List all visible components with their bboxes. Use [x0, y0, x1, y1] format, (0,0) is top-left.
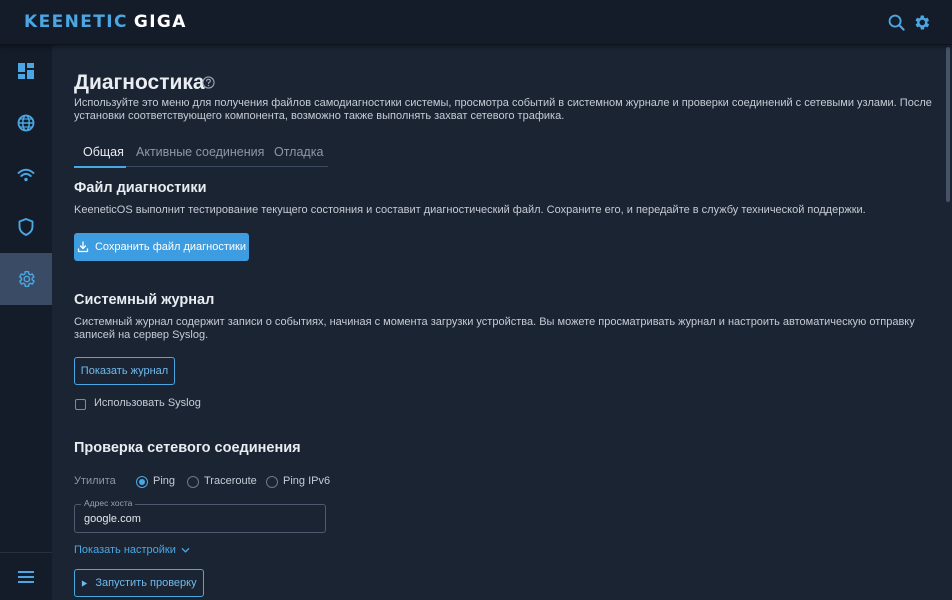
tab-general-label: Общая [83, 145, 124, 159]
radio-traceroute-label: Traceroute [204, 475, 257, 487]
tab-bar: Общая Активные соединения Отладка [74, 141, 328, 168]
menu-icon [16, 567, 36, 587]
brand-name: KEENETIC [24, 12, 128, 32]
sidebar-menu-button[interactable] [0, 553, 52, 600]
radio-ping-ipv6[interactable] [266, 476, 278, 488]
page-description: Используйте это меню для получения файло… [74, 97, 932, 122]
brand-logo[interactable]: KEENETIC GIGA [24, 12, 187, 32]
model-name: GIGA [133, 12, 187, 32]
wifi-icon [16, 165, 36, 185]
globe-icon [16, 113, 36, 133]
chevron-down-icon [181, 546, 190, 555]
sidebar-item-system[interactable] [0, 253, 52, 305]
host-address-label: Адрес хоста [81, 498, 136, 508]
dashboard-icon [16, 61, 36, 81]
show-log-label: Показать журнал [80, 365, 169, 377]
tab-general[interactable]: Общая [74, 145, 126, 168]
top-header: KEENETIC GIGA [0, 0, 952, 45]
radio-ping[interactable] [136, 476, 148, 488]
sidebar-item-security[interactable] [0, 201, 52, 253]
host-address-field[interactable]: Адрес хоста [74, 498, 326, 533]
tab-active-indicator [74, 166, 126, 168]
search-icon[interactable] [887, 13, 906, 32]
radio-ping-label: Ping [153, 475, 176, 487]
gear-icon [16, 269, 36, 289]
network-check-title: Проверка сетевого соединения [74, 440, 301, 456]
save-diagnostic-file-button[interactable]: Сохранить файл диагностики [74, 233, 249, 261]
host-address-input[interactable] [84, 513, 314, 525]
sidebar-item-dashboard[interactable] [0, 45, 52, 97]
syslog-title: Системный журнал [74, 292, 215, 308]
shield-icon [16, 217, 36, 237]
tab-active-connections[interactable]: Активные соединения [136, 145, 264, 159]
scrollbar-thumb[interactable] [946, 47, 950, 202]
gear-icon[interactable] [912, 13, 931, 32]
show-settings-label: Показать настройки [74, 544, 176, 556]
tab-debug[interactable]: Отладка [274, 145, 323, 159]
show-settings-link[interactable]: Показать настройки [74, 544, 190, 556]
page-scrollbar[interactable] [944, 45, 952, 600]
run-check-label: Запустить проверку [95, 577, 197, 589]
sidebar-item-internet[interactable] [0, 97, 52, 149]
utility-label: Утилита [74, 475, 116, 487]
play-icon [81, 579, 88, 587]
radio-traceroute[interactable] [187, 476, 199, 488]
use-syslog-checkbox[interactable] [75, 399, 86, 410]
use-syslog-label: Использовать Syslog [94, 397, 201, 409]
main-content: Диагностика Используйте это меню для пол… [52, 45, 940, 600]
run-check-button[interactable]: Запустить проверку [74, 569, 204, 597]
diag-file-title: Файл диагностики [74, 180, 207, 196]
download-icon [77, 241, 89, 253]
show-log-button[interactable]: Показать журнал [74, 357, 175, 385]
sidebar [0, 45, 52, 600]
syslog-text: Системный журнал содержит записи о событ… [74, 316, 915, 341]
radio-ping-ipv6-label: Ping IPv6 [283, 475, 331, 487]
help-icon[interactable] [202, 76, 215, 89]
sidebar-item-wifi[interactable] [0, 149, 52, 201]
page-title: Диагностика [74, 71, 205, 94]
save-diagnostic-file-label: Сохранить файл диагностики [94, 241, 247, 253]
diag-file-text: KeeneticOS выполнит тестирование текущег… [74, 204, 866, 216]
